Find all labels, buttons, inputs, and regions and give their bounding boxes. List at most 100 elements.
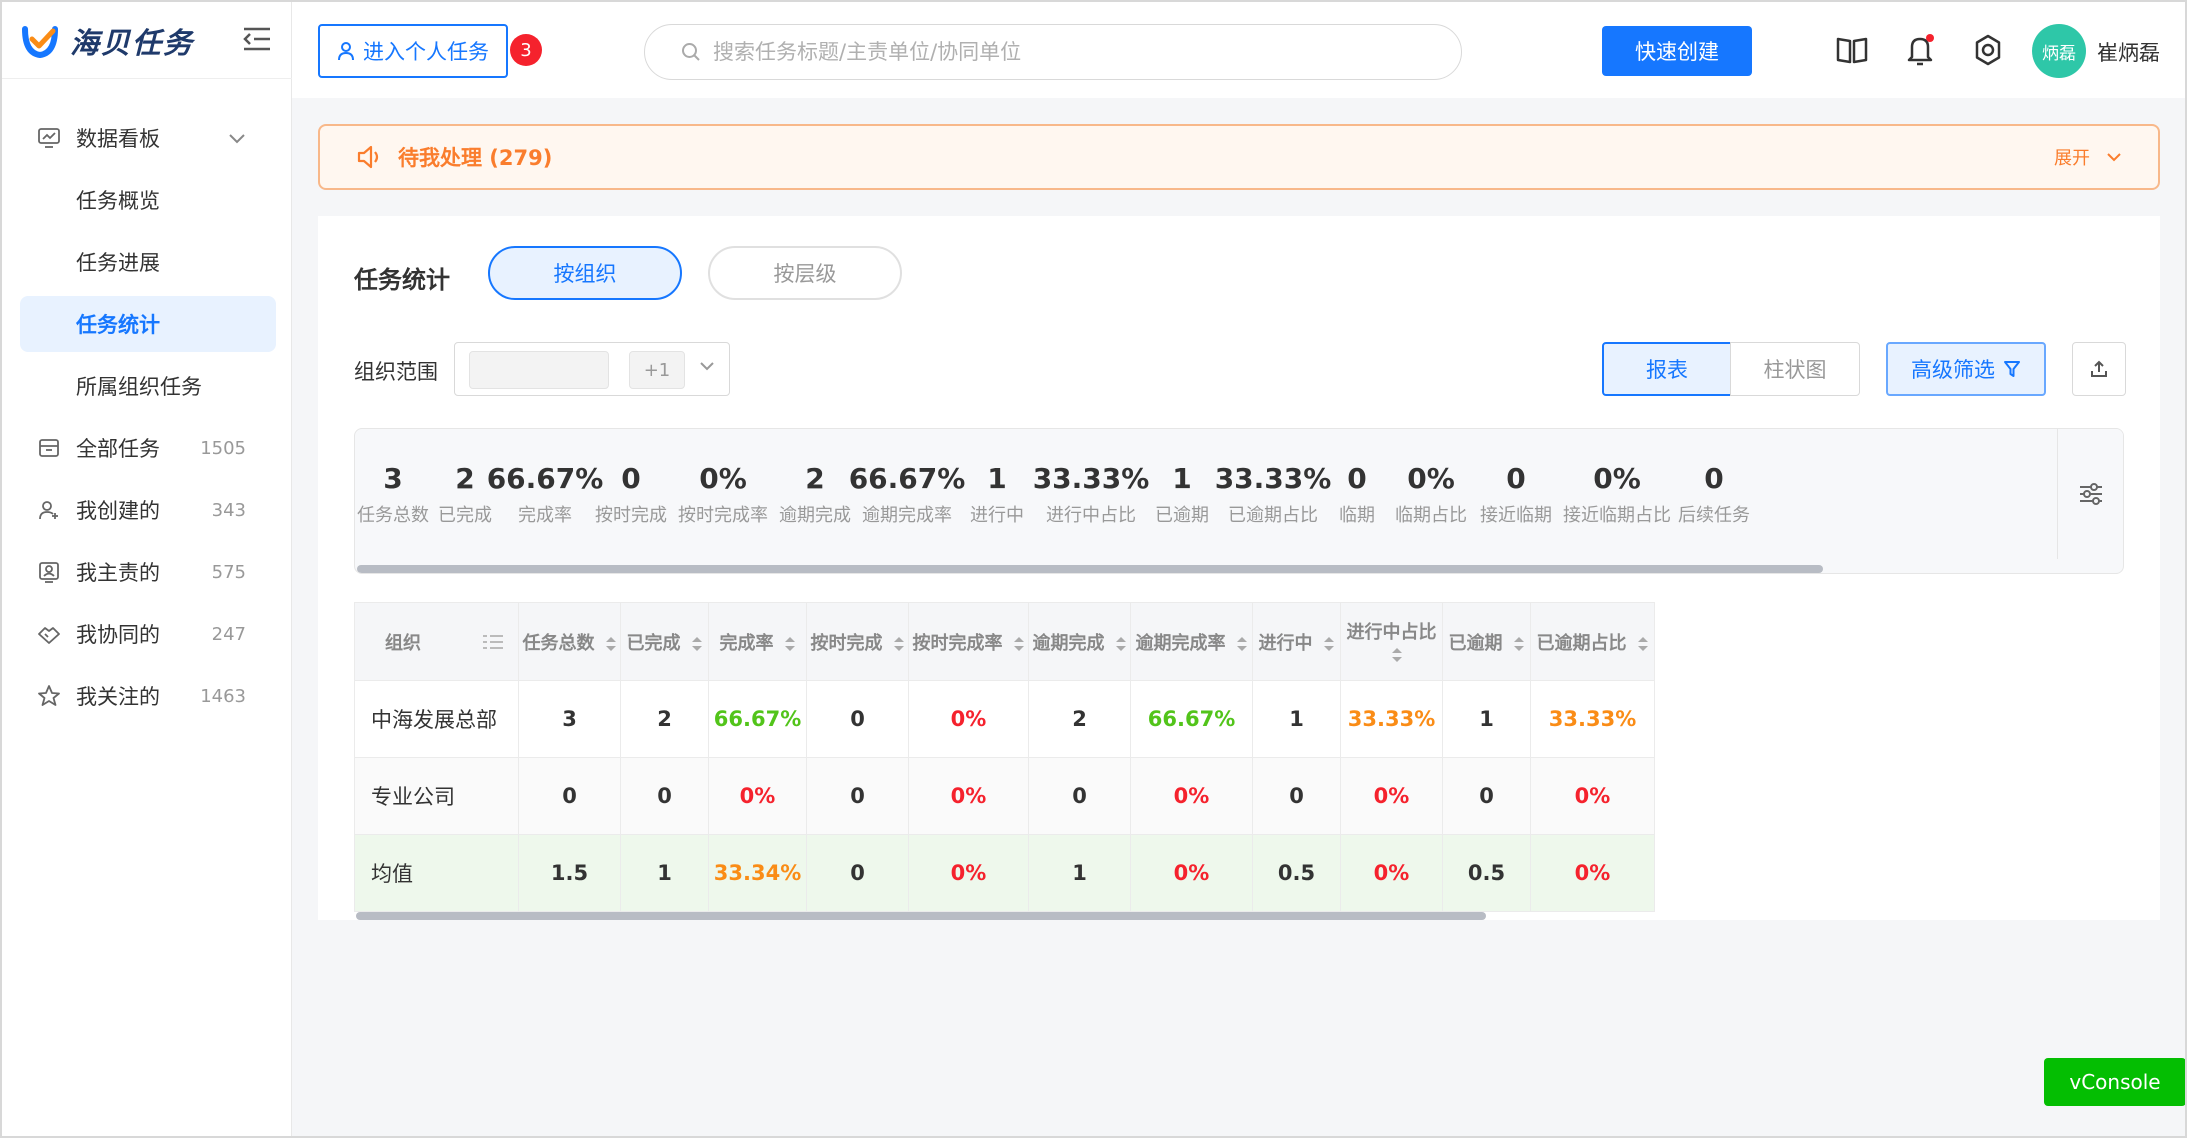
column-header[interactable]: 已完成 <box>620 602 709 681</box>
app-logo[interactable]: 海贝任务 <box>20 20 194 62</box>
column-header[interactable]: 任务总数 <box>518 602 621 681</box>
column-header-label: 逾期完成率 <box>1135 632 1226 654</box>
statistics-card: 任务统计 按组织 按层级 组织范围 +1 报表 柱状图 高级筛选 3 任务总数 2 已… <box>318 216 2160 920</box>
table-row[interactable]: 均值 1.5 1 33.34% 0 0% 1 0% 0.5 0% 0.5 0% <box>354 834 1655 912</box>
sidebar-item-progress[interactable]: 任务进展 <box>20 234 276 290</box>
search-input[interactable] <box>711 39 1411 65</box>
notification-badge: 3 <box>510 34 542 66</box>
table-cell: 0 <box>806 834 909 912</box>
advanced-filter-label: 高级筛选 <box>1911 358 1995 382</box>
sidebar-item-all-tasks[interactable]: 全部任务 1505 <box>20 420 276 476</box>
user-name[interactable]: 崔炳磊 <box>2097 37 2160 67</box>
sidebar-item-responsible[interactable]: 我主责的 575 <box>20 544 276 600</box>
tab-by-level[interactable]: 按层级 <box>708 246 902 300</box>
column-header[interactable]: 逾期完成 <box>1028 602 1131 681</box>
table-row[interactable]: 中海发展总部 3 2 66.67% 0 0% 2 66.67% 1 33.33% 1 33.33% <box>354 680 1655 758</box>
sidebar-item-org-tasks[interactable]: 所属组织任务 <box>20 358 276 414</box>
sidebar-item-overview[interactable]: 任务概览 <box>20 172 276 228</box>
handshake-icon <box>36 621 62 647</box>
sidebar-item-count: 1505 <box>200 437 246 459</box>
quick-create-button[interactable]: 快速创建 <box>1602 26 1752 76</box>
personal-tasks-button[interactable]: 进入个人任务 3 <box>318 24 542 78</box>
column-settings-button[interactable] <box>2057 429 2123 559</box>
table-cell: 0 <box>806 680 909 758</box>
sidebar-item-collaborate[interactable]: 我协同的 247 <box>20 606 276 662</box>
advanced-filter-button[interactable]: 高级筛选 <box>1886 342 2046 396</box>
summary-label: 逾期完成率 <box>862 504 952 526</box>
summary-value: 0% <box>699 461 747 495</box>
sidebar-item-dashboard[interactable]: 数据看板 <box>20 110 276 166</box>
column-header[interactable]: 已逾期占比 <box>1530 602 1655 681</box>
view-report-button[interactable]: 报表 <box>1602 342 1732 396</box>
column-header[interactable]: 完成率 <box>708 602 807 681</box>
table-cell: 0% <box>1530 834 1655 912</box>
table-cell: 0% <box>908 680 1029 758</box>
pending-banner[interactable]: 待我处理 (279) 展开 <box>318 124 2160 190</box>
org-scope-select[interactable]: +1 <box>454 342 730 396</box>
expand-toggle[interactable]: 展开 <box>2054 144 2122 170</box>
dashboard-icon <box>36 125 62 151</box>
column-header-label: 按时完成 <box>810 632 883 654</box>
column-header[interactable]: 组织 <box>354 602 519 681</box>
summary-item: 0 临期 <box>1329 462 1385 527</box>
folder-icon <box>36 435 62 461</box>
summary-value: 3 <box>383 461 403 495</box>
column-header[interactable]: 进行中占比 <box>1340 602 1443 681</box>
view-bar-chart-button[interactable]: 柱状图 <box>1730 342 1860 396</box>
sidebar-item-statistics[interactable]: 任务统计 <box>20 296 276 352</box>
column-header-label: 任务总数 <box>522 632 595 654</box>
table-row[interactable]: 专业公司 0 0 0% 0 0% 0 0% 0 0% 0 0% <box>354 757 1655 835</box>
table-cell: 1 <box>620 834 709 912</box>
table-cell: 0 <box>1252 757 1341 835</box>
bell-icon[interactable] <box>1902 32 1938 68</box>
sidebar-item-label: 我主责的 <box>76 561 160 585</box>
summary-scrollbar[interactable] <box>357 565 1823 573</box>
table-scrollbar[interactable] <box>356 912 1486 920</box>
sort-icon <box>1115 636 1126 651</box>
summary-item: 0% 接近临期占比 <box>1555 462 1679 527</box>
summary-label: 接近临期占比 <box>1563 504 1671 526</box>
column-header[interactable]: 按时完成率 <box>908 602 1029 681</box>
sort-icon <box>691 636 702 651</box>
summary-value: 66.67% <box>486 461 604 495</box>
sidebar-item-label: 任务统计 <box>76 313 160 337</box>
tab-by-organization[interactable]: 按组织 <box>488 246 682 300</box>
table-cell: 33.34% <box>708 834 807 912</box>
column-header[interactable]: 已逾期 <box>1442 602 1531 681</box>
export-button[interactable] <box>2072 342 2126 396</box>
table-cell: 0% <box>708 757 807 835</box>
book-icon[interactable] <box>1834 32 1870 68</box>
settings-icon[interactable] <box>1970 32 2006 68</box>
sort-icon <box>1236 636 1247 651</box>
column-header[interactable]: 逾期完成率 <box>1130 602 1253 681</box>
chevron-down-icon <box>2107 153 2121 162</box>
column-header[interactable]: 进行中 <box>1252 602 1341 681</box>
column-header[interactable]: 按时完成 <box>806 602 909 681</box>
vconsole-button[interactable]: vConsole <box>2044 1058 2186 1106</box>
expand-label: 展开 <box>2054 148 2090 169</box>
sidebar-item-count: 343 <box>211 499 246 521</box>
summary-value: 0% <box>1593 461 1641 495</box>
table-cell: 0% <box>1130 757 1253 835</box>
org-tag <box>469 351 609 389</box>
avatar[interactable]: 炳磊 <box>2032 24 2086 78</box>
summary-value: 33.33% <box>1032 461 1150 495</box>
sidebar-item-count: 247 <box>211 623 246 645</box>
sort-icon <box>605 636 616 651</box>
summary-value: 1 <box>1172 461 1192 495</box>
sidebar-item-created[interactable]: 我创建的 343 <box>20 482 276 538</box>
sidebar-item-followed[interactable]: 我关注的 1463 <box>20 668 276 724</box>
badge-icon <box>36 559 62 585</box>
summary-label: 按时完成率 <box>678 504 768 526</box>
table-cell: 2 <box>1028 680 1131 758</box>
sidebar-menu: 数据看板 任务概览 任务进展 任务统计 所属组织任务 全部任务 1505 我创建… <box>20 110 276 730</box>
upload-icon <box>2091 360 2107 377</box>
sidebar-divider <box>2 78 292 79</box>
table-cell: 0 <box>620 757 709 835</box>
sort-icon <box>893 636 904 651</box>
table-cell: 33.33% <box>1340 680 1443 758</box>
summary-value: 0 <box>1506 461 1526 495</box>
org-name-cell: 专业公司 <box>354 757 519 835</box>
search-box[interactable] <box>644 24 1462 80</box>
collapse-menu-icon[interactable] <box>242 26 272 52</box>
